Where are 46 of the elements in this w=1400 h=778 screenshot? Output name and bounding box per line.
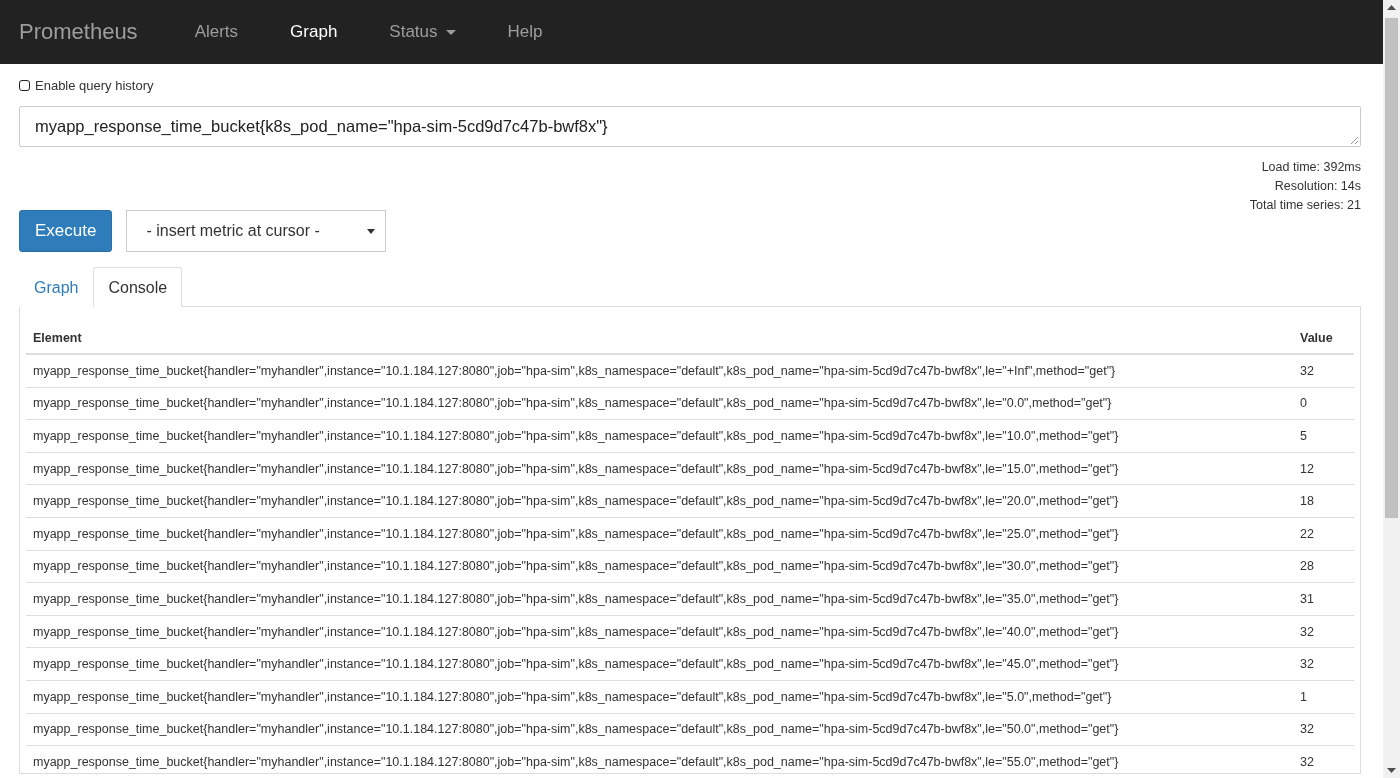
execute-button[interactable]: Execute bbox=[19, 210, 113, 252]
column-header: Element bbox=[26, 313, 1293, 354]
brand-name[interactable]: Prometheus bbox=[19, 19, 138, 45]
caret-icon bbox=[367, 228, 376, 234]
table-cell: myapp_response_time_bucket{handler="myhandler",instance="10.1.184.127:8080",job="hpa-sim",k8s_namespace="default",k8s_pod_name="hpa-sim-5cd9d7c47b-bwf8x",le="0.0",method="get"} bbox=[26, 387, 1293, 420]
table-cell: myapp_response_time_bucket{handler="myhandler",instance="10.1.184.127:8080",job="hpa-sim",k8s_namespace="default",k8s_pod_name="hpa-sim-5cd9d7c47b-bwf8x",le="45.0",method="get"} bbox=[26, 647, 1293, 681]
stat-text: Total time series: 21 bbox=[1249, 197, 1361, 214]
resize-grip-icon[interactable] bbox=[1350, 136, 1358, 144]
table-cell: 5 bbox=[1293, 419, 1354, 453]
tab[interactable]: Console bbox=[93, 267, 183, 307]
table-cell: myapp_response_time_bucket{handler="myhandler",instance="10.1.184.127:8080",job="hpa-sim",k8s_namespace="default",k8s_pod_name="hpa-sim-5cd9d7c47b-bwf8x",le="25.0",method="get"} bbox=[26, 517, 1293, 551]
stat-text: Resolution: 14s bbox=[1274, 178, 1361, 195]
table-cell: 28 bbox=[1293, 550, 1354, 583]
nav-link[interactable]: Graph bbox=[275, 0, 353, 64]
nav-link[interactable]: Help bbox=[492, 0, 558, 64]
table-cell: myapp_response_time_bucket{handler="myhandler",instance="10.1.184.127:8080",job="hpa-sim",k8s_namespace="default",k8s_pod_name="hpa-sim-5cd9d7c47b-bwf8x",le="30.0",method="get"} bbox=[26, 550, 1293, 583]
table-cell: 32 bbox=[1293, 615, 1354, 648]
table-cell: 0 bbox=[1293, 387, 1354, 420]
table-cell: myapp_response_time_bucket{handler="myhandler",instance="10.1.184.127:8080",job="hpa-sim",k8s_namespace="default",k8s_pod_name="hpa-sim-5cd9d7c47b-bwf8x",le="5.0",method="get"} bbox=[26, 680, 1293, 714]
table-cell: 12 bbox=[1293, 452, 1354, 485]
checkbox-label: Enable query history bbox=[35, 78, 154, 93]
table-cell: 31 bbox=[1293, 582, 1354, 616]
table-cell: 32 bbox=[1293, 713, 1354, 746]
stat-text: Load time: 392ms bbox=[1261, 159, 1361, 176]
table-cell: myapp_response_time_bucket{handler="myhandler",instance="10.1.184.127:8080",job="hpa-sim",k8s_namespace="default",k8s_pod_name="hpa-sim-5cd9d7c47b-bwf8x",le="20.0",method="get"} bbox=[26, 484, 1293, 518]
table-cell: myapp_response_time_bucket{handler="myhandler",instance="10.1.184.127:8080",job="hpa-sim",k8s_namespace="default",k8s_pod_name="hpa-sim-5cd9d7c47b-bwf8x",le="40.0",method="get"} bbox=[26, 615, 1293, 648]
caret-icon bbox=[445, 29, 456, 35]
column-header: Value bbox=[1293, 313, 1354, 354]
table-cell: myapp_response_time_bucket{handler="myhandler",instance="10.1.184.127:8080",job="hpa-sim",k8s_namespace="default",k8s_pod_name="hpa-sim-5cd9d7c47b-bwf8x",le="35.0",method="get"} bbox=[26, 582, 1293, 616]
table-cell: 32 bbox=[1293, 647, 1354, 681]
table-cell: myapp_response_time_bucket{handler="myhandler",instance="10.1.184.127:8080",job="hpa-sim",k8s_namespace="default",k8s_pod_name="hpa-sim-5cd9d7c47b-bwf8x",le="55.0",method="get"} bbox=[26, 745, 1293, 773]
expression-input[interactable]: myapp_response_time_bucket{k8s_pod_name="hpa-sim-5cd9d7c47b-bwf8x"} bbox=[19, 106, 1361, 147]
table-cell: myapp_response_time_bucket{handler="myhandler",instance="10.1.184.127:8080",job="hpa-sim",k8s_namespace="default",k8s_pod_name="hpa-sim-5cd9d7c47b-bwf8x",le="15.0",method="get"} bbox=[26, 452, 1293, 485]
table-cell: myapp_response_time_bucket{handler="myhandler",instance="10.1.184.127:8080",job="hpa-sim",k8s_namespace="default",k8s_pod_name="hpa-sim-5cd9d7c47b-bwf8x",le="+Inf",method="get"} bbox=[26, 354, 1293, 388]
table-cell: 32 bbox=[1293, 354, 1354, 388]
table-cell: 22 bbox=[1293, 517, 1354, 551]
nav-link[interactable]: Alerts bbox=[179, 0, 254, 64]
table-cell: 18 bbox=[1293, 484, 1354, 518]
metric-select[interactable]: - insert metric at cursor - bbox=[126, 210, 387, 252]
table-cell: 32 bbox=[1293, 745, 1354, 773]
table-cell: myapp_response_time_bucket{handler="myhandler",instance="10.1.184.127:8080",job="hpa-sim",k8s_namespace="default",k8s_pod_name="hpa-sim-5cd9d7c47b-bwf8x",le="10.0",method="get"} bbox=[26, 419, 1293, 453]
nav-link[interactable]: Status bbox=[374, 0, 471, 64]
table-cell: 1 bbox=[1293, 680, 1354, 714]
checkbox[interactable] bbox=[19, 80, 30, 91]
table-cell: myapp_response_time_bucket{handler="myhandler",instance="10.1.184.127:8080",job="hpa-sim",k8s_namespace="default",k8s_pod_name="hpa-sim-5cd9d7c47b-bwf8x",le="50.0",method="get"} bbox=[26, 713, 1293, 746]
scrollbar-drawing[interactable] bbox=[1383, 0, 1400, 778]
